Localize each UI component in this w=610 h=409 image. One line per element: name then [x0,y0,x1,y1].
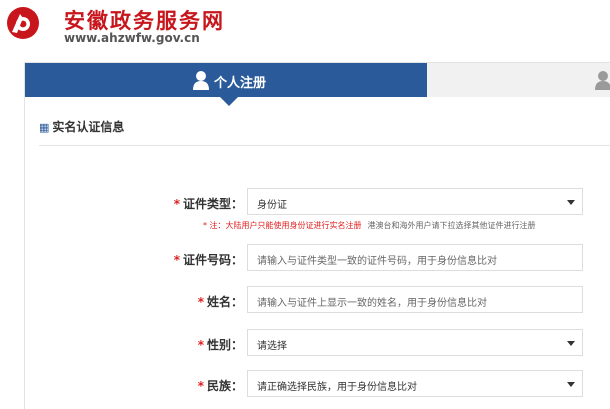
ethnicity-label: * 民族： [197,379,243,393]
id-number-input[interactable]: 请输入与证件类型一致的证件号码，用于身份信息比对 [247,244,583,271]
id-type-select[interactable]: 身份证 [247,188,583,215]
required-mark: * [173,197,180,211]
gender-label: * 性别： [197,338,243,352]
site-logo-icon[interactable] [6,6,40,40]
required-mark: * [197,338,204,352]
site-header: 安徽政务服务网 www.ahzwfw.gov.cn [0,0,610,50]
active-tab-pointer [220,97,238,106]
tab-personal-register-label: 个人注册 [214,76,267,91]
id-type-label: * 证件类型： [173,197,243,211]
grid-dots-icon: ▦ [39,121,49,134]
id-type-note: * 注：大陆用户只能使用身份证进行实名注册 港澳台和海外用户请下拉选择其他证件进行… [203,221,536,230]
tab-bar: 个人注册 [25,63,610,106]
section-heading: ▦ 实名认证信息 [39,118,124,135]
user-icon [193,71,209,90]
required-mark: * [197,295,204,309]
required-mark: * [173,253,180,267]
site-url: www.ahzwfw.gov.cn [64,31,200,45]
chevron-down-icon [567,341,575,346]
chevron-down-icon [567,200,575,205]
registration-card: 个人注册 ▦ 实名认证信息 [24,62,610,409]
id-number-label: * 证件号码： [173,253,243,267]
name-label: * 姓名： [197,295,243,309]
section-title: 实名认证信息 [52,120,125,134]
tab-personal-register[interactable]: 个人注册 [25,63,427,97]
required-mark: * [197,379,204,393]
name-input[interactable]: 请输入与证件上显示一致的姓名，用于身份信息比对 [247,286,583,313]
gender-select[interactable]: 请选择 [247,329,583,356]
chevron-down-icon [567,382,575,387]
ethnicity-select[interactable]: 请正确选择民族，用于身份信息比对 [247,370,583,397]
user-icon[interactable] [594,70,610,90]
section-divider [39,145,610,146]
